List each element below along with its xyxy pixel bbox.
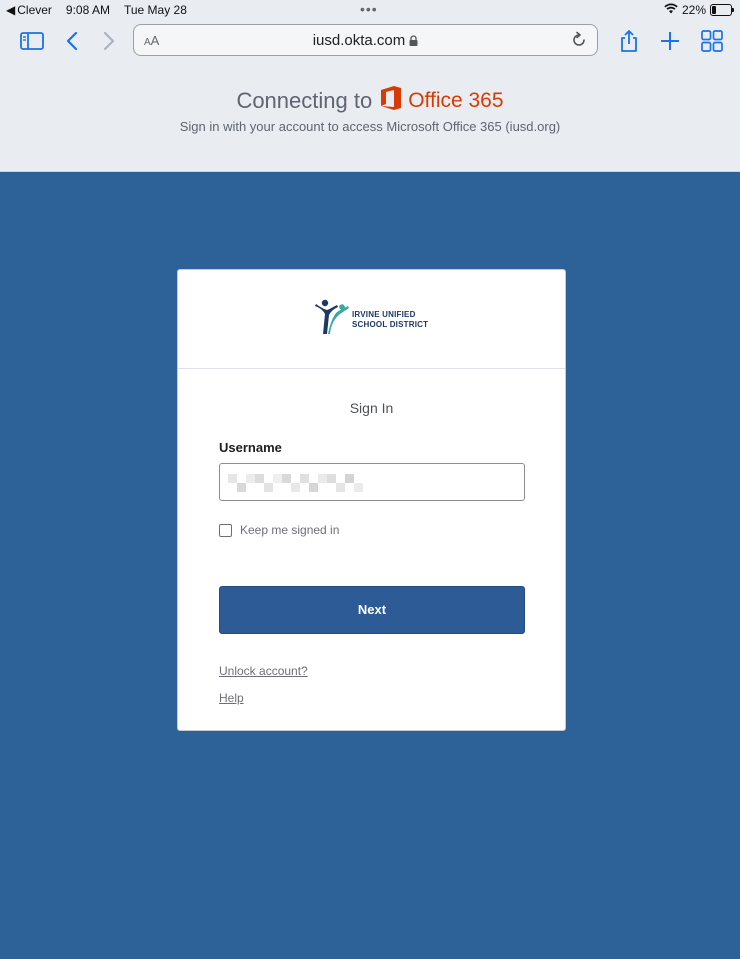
redacted-username <box>228 474 363 492</box>
battery-icon <box>710 4 734 16</box>
keep-signed-in-row[interactable]: Keep me signed in <box>219 523 339 537</box>
back-app-label: Clever <box>17 3 52 17</box>
tabs-icon[interactable] <box>699 28 725 54</box>
status-time: 9:08 AM <box>65 3 110 17</box>
header-subtitle: Sign in with your account to access Micr… <box>179 119 561 134</box>
sidebar-icon[interactable] <box>19 28 45 54</box>
office-icon <box>380 85 402 116</box>
help-link[interactable]: Help <box>219 691 244 705</box>
battery-percent: 22% <box>681 3 706 17</box>
back-triangle-icon: ◀ <box>6 3 16 17</box>
app-name: Office 365 <box>408 88 504 112</box>
okta-app-header: Connecting to Office 365 Sign in with yo… <box>0 62 740 172</box>
keep-signed-in-label: Keep me signed in <box>240 523 340 537</box>
reload-icon[interactable] <box>569 30 589 50</box>
office-365-logo: Office 365 <box>380 85 504 116</box>
card-logo-area: IRVINE UNIFIED SCHOOL DISTRICT <box>178 270 565 369</box>
keep-signed-in-checkbox[interactable] <box>219 523 232 537</box>
username-label: Username <box>219 440 282 455</box>
multitasking-dots-icon[interactable]: ••• <box>360 1 378 17</box>
logo-line-1: IRVINE UNIFIED <box>352 309 416 319</box>
url-text: iusd.okta.com <box>134 32 597 50</box>
browser-toolbar: AA iusd.okta.com <box>0 20 740 62</box>
share-icon[interactable] <box>616 28 642 54</box>
connecting-banner: Connecting to Office 365 <box>0 85 740 116</box>
back-to-app-button[interactable]: ◀ Clever <box>6 3 52 17</box>
lock-icon <box>409 33 418 50</box>
back-icon[interactable] <box>60 28 86 54</box>
connecting-label: Connecting to <box>236 87 373 113</box>
district-figures-icon <box>314 298 350 341</box>
sign-in-card: IRVINE UNIFIED SCHOOL DISTRICT Sign In U… <box>177 269 566 731</box>
new-tab-icon[interactable] <box>657 28 683 54</box>
unlock-account-link[interactable]: Unlock account? <box>219 664 308 678</box>
address-bar[interactable]: AA iusd.okta.com <box>133 24 598 56</box>
status-date: Tue May 28 <box>123 3 187 17</box>
sign-in-title: Sign In <box>349 400 394 416</box>
status-bar: ◀ Clever 9:08 AM Tue May 28 ••• 22% <box>0 0 740 20</box>
url-label: iusd.okta.com <box>312 32 406 49</box>
district-logo: IRVINE UNIFIED SCHOOL DISTRICT <box>314 298 428 341</box>
next-button[interactable]: Next <box>219 586 525 634</box>
wifi-icon <box>664 3 678 17</box>
forward-icon[interactable] <box>95 28 121 54</box>
logo-line-2: SCHOOL DISTRICT <box>352 319 429 329</box>
username-input[interactable] <box>219 463 525 501</box>
